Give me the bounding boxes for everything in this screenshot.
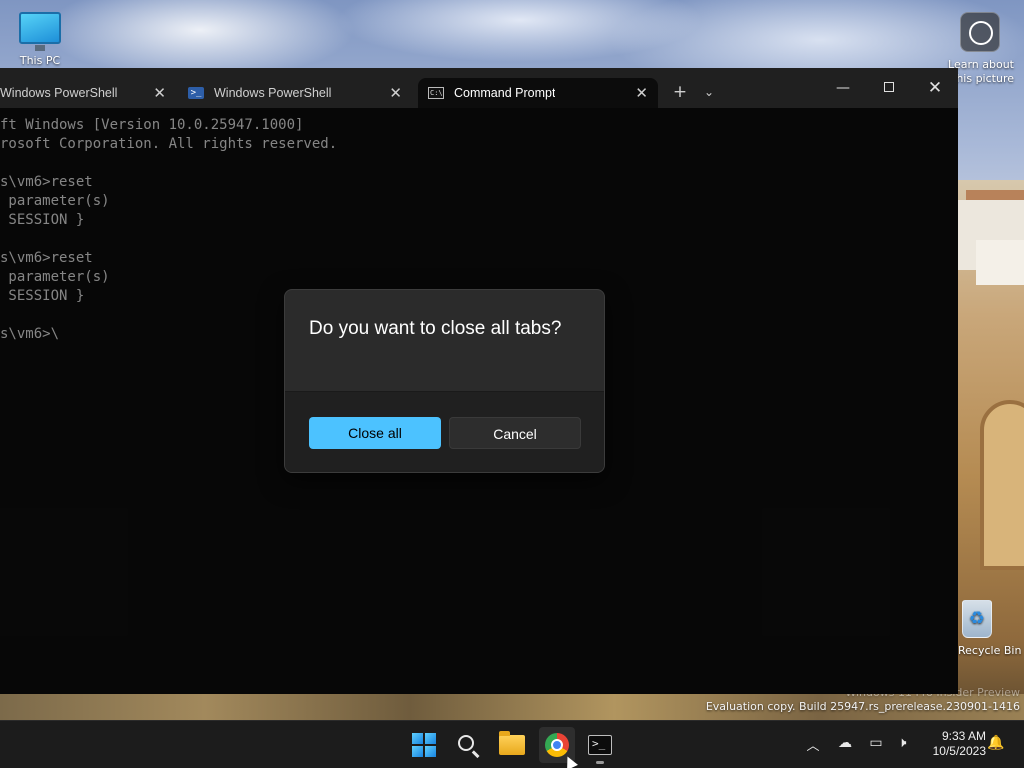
tab-label: Command Prompt: [454, 86, 556, 100]
network-icon[interactable]: ▭: [866, 735, 886, 751]
volume-muted-icon[interactable]: 🕨: [892, 735, 912, 751]
chrome-icon: [545, 733, 569, 757]
start-icon: [412, 733, 436, 757]
dialog-footer: Close all Cancel: [285, 391, 604, 472]
desktop-icon-label: Recycle Bin: [958, 644, 1022, 657]
cancel-button[interactable]: Cancel: [449, 417, 581, 449]
tab-powershell-1[interactable]: Windows PowerShell ✕: [0, 78, 176, 108]
monitor-icon: [19, 12, 61, 51]
close-tab-icon[interactable]: ✕: [389, 84, 402, 102]
taskbar-clock[interactable]: 9:33 AM 10/5/2023: [920, 729, 986, 759]
active-app-indicator: [596, 761, 604, 764]
terminal-icon: >_: [588, 735, 612, 755]
close-tab-icon[interactable]: ✕: [635, 84, 648, 102]
desktop-icon-this-pc[interactable]: This PC: [8, 8, 72, 67]
wallpaper-bridge-arch: [980, 400, 1024, 570]
terminal-titlebar[interactable]: Windows PowerShell ✕ >_ Windows PowerShe…: [0, 68, 958, 108]
close-window-button[interactable]: ✕: [915, 74, 955, 102]
watermark-line2: Evaluation copy. Build 25947.rs_prerelea…: [705, 700, 1020, 713]
close-all-button[interactable]: Close all: [309, 417, 441, 449]
desktop-icon-label: This PC: [19, 54, 61, 67]
wallpaper-building: [976, 240, 1024, 285]
clock-time: 9:33 AM: [941, 729, 986, 743]
maximize-button[interactable]: [869, 74, 909, 102]
tab-dropdown-chevron-icon[interactable]: ⌄: [696, 80, 722, 104]
clock-date: 10/5/2023: [932, 744, 986, 758]
taskbar: >_ ︿ ☁ ▭ 🕨 9:33 AM 10/5/2023 🔔: [0, 720, 1024, 768]
terminal-button[interactable]: >_: [582, 727, 618, 763]
new-tab-button[interactable]: +: [667, 80, 693, 104]
notification-bell-icon[interactable]: 🔔: [986, 735, 1006, 751]
minimize-button[interactable]: —: [823, 74, 863, 102]
onedrive-cloud-icon[interactable]: ☁: [835, 735, 855, 751]
start-button[interactable]: [406, 727, 442, 763]
show-hidden-icons-chevron-icon[interactable]: ︿: [803, 735, 823, 754]
powershell-icon: >_: [188, 87, 204, 99]
dialog-title: Do you want to close all tabs?: [309, 318, 562, 339]
cmd-icon: C:\: [428, 87, 444, 99]
maximize-icon: [884, 82, 894, 92]
file-explorer-icon: [499, 731, 525, 755]
learn-picture-icon: [960, 12, 1000, 52]
search-icon: [458, 735, 474, 751]
desktop-icon-recycle-bin[interactable]: ♻ Recycle Bin: [958, 596, 1024, 657]
file-explorer-button[interactable]: [494, 727, 530, 763]
search-button[interactable]: [450, 727, 486, 763]
tab-label: Windows PowerShell: [214, 86, 332, 100]
close-tab-icon[interactable]: ✕: [153, 84, 166, 102]
close-all-tabs-dialog: Do you want to close all tabs? Close all…: [284, 289, 605, 473]
tab-label: Windows PowerShell: [0, 86, 118, 100]
recycle-bin-icon: ♻: [962, 600, 992, 638]
tab-powershell-2[interactable]: >_ Windows PowerShell ✕: [180, 78, 412, 108]
tab-command-prompt[interactable]: C:\ Command Prompt ✕: [418, 78, 658, 108]
